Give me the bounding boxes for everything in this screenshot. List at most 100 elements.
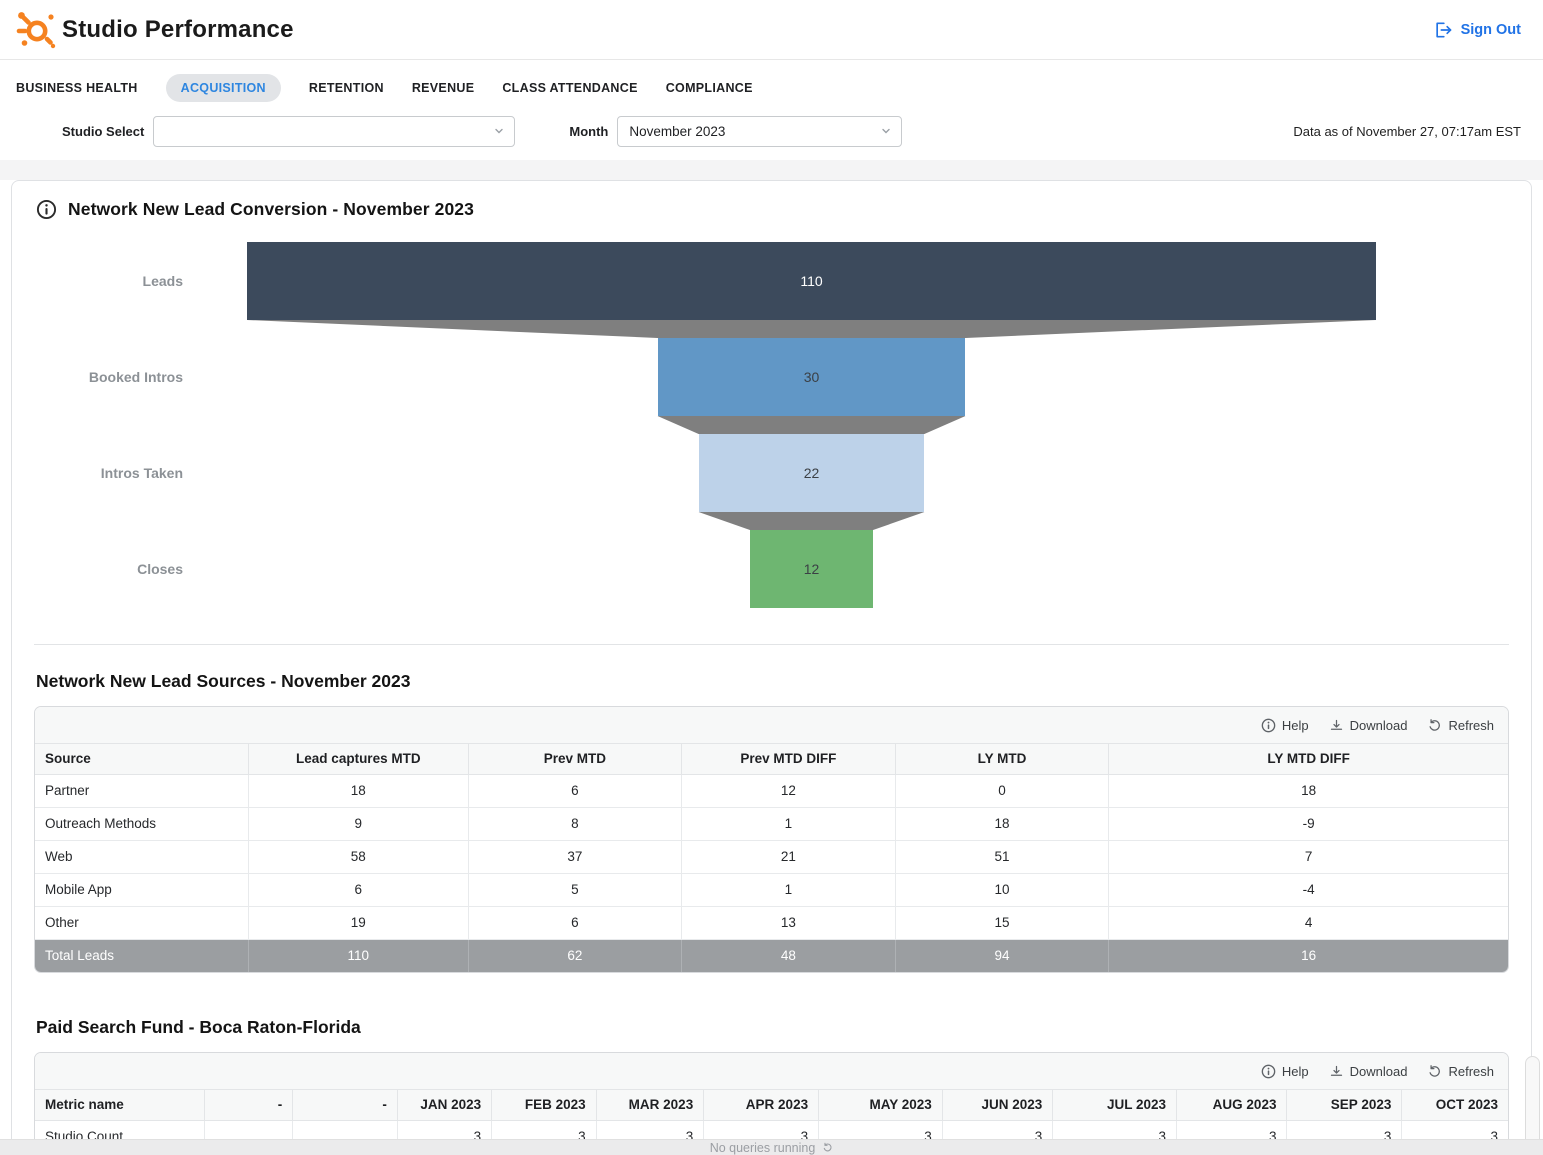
sign-out-label: Sign Out xyxy=(1461,22,1521,38)
refresh-icon xyxy=(1427,718,1442,733)
lead-sources-table: Help Download Refresh xyxy=(34,706,1509,973)
col-header: LY MTD xyxy=(895,744,1109,774)
funnel-bar-intros-taken: 22 xyxy=(699,434,925,512)
cell: 1 xyxy=(682,807,896,840)
chevron-down-icon xyxy=(493,125,505,137)
chevron-down-icon xyxy=(880,125,892,137)
refresh-icon xyxy=(822,1142,833,1153)
download-button[interactable]: Download xyxy=(1329,1064,1408,1079)
table-header-row: Source Lead captures MTD Prev MTD Prev M… xyxy=(35,744,1508,774)
info-icon[interactable] xyxy=(36,199,57,220)
total-cell: 94 xyxy=(895,939,1109,972)
funnel-connector xyxy=(247,512,1376,530)
download-label: Download xyxy=(1350,1064,1408,1079)
cell: 21 xyxy=(682,840,896,873)
col-header: Lead captures MTD xyxy=(249,744,468,774)
tab-retention[interactable]: RETENTION xyxy=(309,74,384,102)
funnel-connector xyxy=(247,320,1376,338)
refresh-button[interactable]: Refresh xyxy=(1427,1064,1494,1079)
total-cell: 48 xyxy=(682,939,896,972)
cell: 10 xyxy=(895,873,1109,906)
cell: 4 xyxy=(1109,906,1508,939)
cell: 18 xyxy=(895,807,1109,840)
funnel-stage-label: Booked Intros xyxy=(12,338,183,416)
tab-class-attendance[interactable]: CLASS ATTENDANCE xyxy=(502,74,637,102)
lead-conversion-funnel-chart: Leads 110 Booked Intros 30 Intros Taken … xyxy=(12,242,1531,608)
cell: 13 xyxy=(682,906,896,939)
download-icon xyxy=(1329,1064,1344,1079)
col-header: MAR 2023 xyxy=(596,1090,704,1120)
section-separator xyxy=(0,160,1543,180)
cell: 19 xyxy=(249,906,468,939)
funnel-section-title: Network New Lead Conversion - November 2… xyxy=(68,199,474,220)
download-button[interactable]: Download xyxy=(1329,718,1408,733)
funnel-bar-leads: 110 xyxy=(247,242,1376,320)
col-header: AUG 2023 xyxy=(1177,1090,1287,1120)
cell: 8 xyxy=(468,807,682,840)
month-dropdown[interactable]: November 2023 xyxy=(617,116,902,147)
sign-out-button[interactable]: Sign Out xyxy=(1433,20,1521,40)
tab-bar: BUSINESS HEALTH ACQUISITION RETENTION RE… xyxy=(0,60,1543,112)
col-header: SEP 2023 xyxy=(1287,1090,1402,1120)
paid-search-title: Paid Search Fund - Boca Raton-Florida xyxy=(36,1017,1531,1038)
help-info-icon xyxy=(1261,718,1276,733)
funnel-bar-closes: 12 xyxy=(750,530,873,608)
cell: 6 xyxy=(468,906,682,939)
funnel-connector xyxy=(247,416,1376,434)
status-text: No queries running xyxy=(710,1141,816,1155)
cell: 12 xyxy=(682,774,896,807)
refresh-icon xyxy=(1427,1064,1442,1079)
cell: 6 xyxy=(468,774,682,807)
table-row: Web583721517 xyxy=(35,840,1508,873)
data-as-of-text: Data as of November 27, 07:17am EST xyxy=(1293,124,1521,139)
studio-select-dropdown[interactable] xyxy=(153,116,515,147)
download-label: Download xyxy=(1350,718,1408,733)
total-cell: Total Leads xyxy=(35,939,249,972)
refresh-button[interactable]: Refresh xyxy=(1427,718,1494,733)
app-header: Studio Performance Sign Out xyxy=(0,0,1543,60)
funnel-bar-booked-intros: 30 xyxy=(658,338,966,416)
cell: Mobile App xyxy=(35,873,249,906)
download-icon xyxy=(1329,718,1344,733)
orangetheory-splat-icon xyxy=(14,8,56,52)
lead-sources-title: Network New Lead Sources - November 2023 xyxy=(36,671,1531,692)
table-row: Outreach Methods98118-9 xyxy=(35,807,1508,840)
cell: 6 xyxy=(249,873,468,906)
help-button[interactable]: Help xyxy=(1261,718,1309,733)
col-header: JAN 2023 xyxy=(397,1090,491,1120)
col-header: JUL 2023 xyxy=(1053,1090,1177,1120)
cell: 15 xyxy=(895,906,1109,939)
studio-select-label: Studio Select xyxy=(62,124,144,139)
cell: 7 xyxy=(1109,840,1508,873)
table-header-row: Metric name - - JAN 2023 FEB 2023 MAR 20… xyxy=(35,1090,1508,1120)
funnel-stage-label: Closes xyxy=(12,530,183,608)
cell: Partner xyxy=(35,774,249,807)
tab-business-health[interactable]: BUSINESS HEALTH xyxy=(16,74,138,102)
cell: 9 xyxy=(249,807,468,840)
table-toolbar: Help Download Refresh xyxy=(35,1053,1508,1090)
col-header: OCT 2023 xyxy=(1402,1090,1508,1120)
help-button[interactable]: Help xyxy=(1261,1064,1309,1079)
table-row: Partner18612018 xyxy=(35,774,1508,807)
cell: 0 xyxy=(895,774,1109,807)
table-row: Other19613154 xyxy=(35,906,1508,939)
col-header: JUN 2023 xyxy=(942,1090,1052,1120)
col-header: - xyxy=(204,1090,292,1120)
cell: 1 xyxy=(682,873,896,906)
cell: Outreach Methods xyxy=(35,807,249,840)
col-header: Prev MTD xyxy=(468,744,682,774)
tab-compliance[interactable]: COMPLIANCE xyxy=(666,74,753,102)
total-cell: 16 xyxy=(1109,939,1508,972)
query-status-bar: No queries running xyxy=(0,1139,1543,1155)
help-info-icon xyxy=(1261,1064,1276,1079)
cell: -9 xyxy=(1109,807,1508,840)
tab-acquisition[interactable]: ACQUISITION xyxy=(166,74,281,102)
refresh-label: Refresh xyxy=(1448,718,1494,733)
total-row: Total Leads11062489416 xyxy=(35,939,1508,972)
table-toolbar: Help Download Refresh xyxy=(35,707,1508,744)
col-header: - xyxy=(293,1090,398,1120)
month-label: Month xyxy=(569,124,608,139)
tab-revenue[interactable]: REVENUE xyxy=(412,74,475,102)
col-header: MAY 2023 xyxy=(819,1090,943,1120)
cell: Other xyxy=(35,906,249,939)
